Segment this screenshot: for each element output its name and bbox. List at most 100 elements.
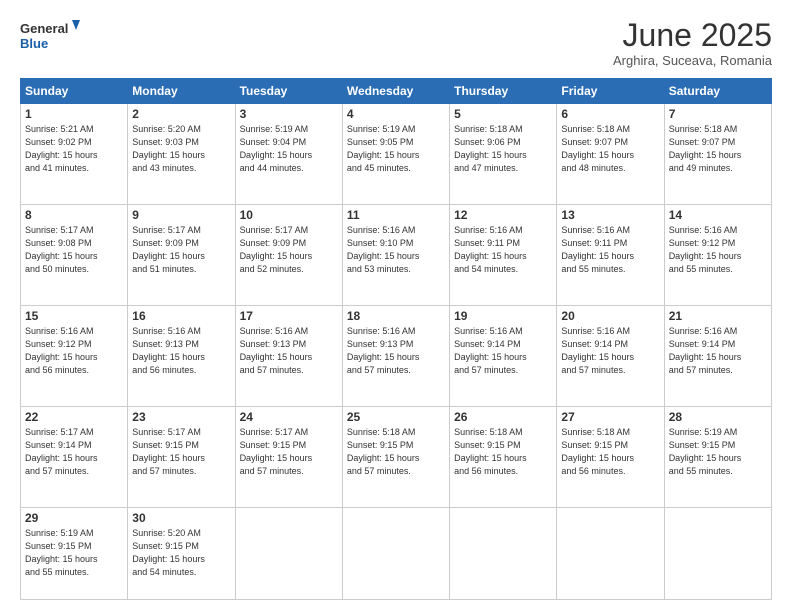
day-info: Sunrise: 5:18 AM Sunset: 9:06 PM Dayligh… xyxy=(454,123,552,175)
table-row: 2Sunrise: 5:20 AM Sunset: 9:03 PM Daylig… xyxy=(128,104,235,205)
day-info: Sunrise: 5:19 AM Sunset: 9:05 PM Dayligh… xyxy=(347,123,445,175)
svg-text:Blue: Blue xyxy=(20,36,48,51)
table-row: 5 Sunrise: 5:18 AM Sunset: 9:06 PM Daylig… xyxy=(450,104,557,205)
table-row: 11 Sunrise: 5:16 AM Sunset: 9:10 PM Dayli… xyxy=(342,205,449,306)
day-info: Sunrise: 5:16 AM Sunset: 9:13 PM Dayligh… xyxy=(132,325,230,377)
day-number: 8 xyxy=(25,208,123,222)
col-saturday: Saturday xyxy=(664,79,771,104)
table-row: 15Sunrise: 5:16 AM Sunset: 9:12 PM Dayli… xyxy=(21,306,128,407)
day-info: Sunrise: 5:16 AM Sunset: 9:13 PM Dayligh… xyxy=(240,325,338,377)
col-wednesday: Wednesday xyxy=(342,79,449,104)
day-info: Sunrise: 5:16 AM Sunset: 9:13 PM Dayligh… xyxy=(347,325,445,377)
table-row xyxy=(342,508,449,600)
day-number: 14 xyxy=(669,208,767,222)
day-info: Sunrise: 5:17 AM Sunset: 9:15 PM Dayligh… xyxy=(240,426,338,478)
location: Arghira, Suceava, Romania xyxy=(613,53,772,68)
calendar-week-row: 1Sunrise: 5:21 AM Sunset: 9:02 PM Daylig… xyxy=(21,104,772,205)
table-row: 14 Sunrise: 5:16 AM Sunset: 9:12 PM Dayli… xyxy=(664,205,771,306)
day-number: 29 xyxy=(25,511,123,525)
table-row xyxy=(557,508,664,600)
day-info: Sunrise: 5:16 AM Sunset: 9:14 PM Dayligh… xyxy=(669,325,767,377)
day-number: 27 xyxy=(561,410,659,424)
col-friday: Friday xyxy=(557,79,664,104)
day-info: Sunrise: 5:17 AM Sunset: 9:14 PM Dayligh… xyxy=(25,426,123,478)
day-info: Sunrise: 5:17 AM Sunset: 9:08 PM Dayligh… xyxy=(25,224,123,276)
calendar-week-row: 22 Sunrise: 5:17 AM Sunset: 9:14 PM Dayli… xyxy=(21,407,772,508)
day-info: Sunrise: 5:16 AM Sunset: 9:14 PM Dayligh… xyxy=(561,325,659,377)
day-number: 23 xyxy=(132,410,230,424)
day-number: 13 xyxy=(561,208,659,222)
day-number: 7 xyxy=(669,107,767,121)
table-row: 22 Sunrise: 5:17 AM Sunset: 9:14 PM Dayli… xyxy=(21,407,128,508)
table-row: 6Sunrise: 5:18 AM Sunset: 9:07 PM Daylig… xyxy=(557,104,664,205)
day-number: 19 xyxy=(454,309,552,323)
table-row: 1Sunrise: 5:21 AM Sunset: 9:02 PM Daylig… xyxy=(21,104,128,205)
month-title: June 2025 xyxy=(613,18,772,53)
day-number: 12 xyxy=(454,208,552,222)
day-info: Sunrise: 5:17 AM Sunset: 9:15 PM Dayligh… xyxy=(132,426,230,478)
day-number: 10 xyxy=(240,208,338,222)
day-info: Sunrise: 5:21 AM Sunset: 9:02 PM Dayligh… xyxy=(25,123,123,175)
calendar-week-row: 15Sunrise: 5:16 AM Sunset: 9:12 PM Dayli… xyxy=(21,306,772,407)
day-number: 4 xyxy=(347,107,445,121)
day-info: Sunrise: 5:18 AM Sunset: 9:15 PM Dayligh… xyxy=(347,426,445,478)
col-monday: Monday xyxy=(128,79,235,104)
day-info: Sunrise: 5:19 AM Sunset: 9:15 PM Dayligh… xyxy=(669,426,767,478)
table-row: 29 Sunrise: 5:19 AM Sunset: 9:15 PM Dayli… xyxy=(21,508,128,600)
table-row: 26 Sunrise: 5:18 AM Sunset: 9:15 PM Dayli… xyxy=(450,407,557,508)
day-info: Sunrise: 5:16 AM Sunset: 9:10 PM Dayligh… xyxy=(347,224,445,276)
day-number: 11 xyxy=(347,208,445,222)
day-info: Sunrise: 5:17 AM Sunset: 9:09 PM Dayligh… xyxy=(132,224,230,276)
day-number: 26 xyxy=(454,410,552,424)
logo: General Blue xyxy=(20,18,80,54)
day-info: Sunrise: 5:18 AM Sunset: 9:07 PM Dayligh… xyxy=(669,123,767,175)
table-row xyxy=(664,508,771,600)
day-number: 5 xyxy=(454,107,552,121)
logo-svg: General Blue xyxy=(20,18,80,54)
table-row: 13Sunrise: 5:16 AM Sunset: 9:11 PM Dayli… xyxy=(557,205,664,306)
table-row: 9Sunrise: 5:17 AM Sunset: 9:09 PM Daylig… xyxy=(128,205,235,306)
day-number: 21 xyxy=(669,309,767,323)
day-number: 24 xyxy=(240,410,338,424)
day-number: 18 xyxy=(347,309,445,323)
table-row xyxy=(450,508,557,600)
day-info: Sunrise: 5:16 AM Sunset: 9:11 PM Dayligh… xyxy=(454,224,552,276)
table-row: 17 Sunrise: 5:16 AM Sunset: 9:13 PM Dayli… xyxy=(235,306,342,407)
table-row: 21 Sunrise: 5:16 AM Sunset: 9:14 PM Dayli… xyxy=(664,306,771,407)
calendar-week-row: 29 Sunrise: 5:19 AM Sunset: 9:15 PM Dayli… xyxy=(21,508,772,600)
day-number: 28 xyxy=(669,410,767,424)
table-row: 8 Sunrise: 5:17 AM Sunset: 9:08 PM Daylig… xyxy=(21,205,128,306)
day-info: Sunrise: 5:16 AM Sunset: 9:12 PM Dayligh… xyxy=(669,224,767,276)
table-row: 23 Sunrise: 5:17 AM Sunset: 9:15 PM Dayli… xyxy=(128,407,235,508)
table-row: 25 Sunrise: 5:18 AM Sunset: 9:15 PM Dayli… xyxy=(342,407,449,508)
col-thursday: Thursday xyxy=(450,79,557,104)
day-info: Sunrise: 5:17 AM Sunset: 9:09 PM Dayligh… xyxy=(240,224,338,276)
table-row: 10 Sunrise: 5:17 AM Sunset: 9:09 PM Dayli… xyxy=(235,205,342,306)
day-info: Sunrise: 5:18 AM Sunset: 9:15 PM Dayligh… xyxy=(561,426,659,478)
table-row: 30 Sunrise: 5:20 AM Sunset: 9:15 PM Dayli… xyxy=(128,508,235,600)
day-number: 17 xyxy=(240,309,338,323)
title-block: June 2025 Arghira, Suceava, Romania xyxy=(613,18,772,68)
table-row: 18 Sunrise: 5:16 AM Sunset: 9:13 PM Dayli… xyxy=(342,306,449,407)
table-row xyxy=(235,508,342,600)
day-info: Sunrise: 5:19 AM Sunset: 9:04 PM Dayligh… xyxy=(240,123,338,175)
day-info: Sunrise: 5:18 AM Sunset: 9:15 PM Dayligh… xyxy=(454,426,552,478)
day-info: Sunrise: 5:20 AM Sunset: 9:15 PM Dayligh… xyxy=(132,527,230,579)
table-row: 12 Sunrise: 5:16 AM Sunset: 9:11 PM Dayli… xyxy=(450,205,557,306)
table-row: 7 Sunrise: 5:18 AM Sunset: 9:07 PM Daylig… xyxy=(664,104,771,205)
day-info: Sunrise: 5:16 AM Sunset: 9:14 PM Dayligh… xyxy=(454,325,552,377)
day-number: 20 xyxy=(561,309,659,323)
calendar-table: Sunday Monday Tuesday Wednesday Thursday… xyxy=(20,78,772,600)
calendar-week-row: 8 Sunrise: 5:17 AM Sunset: 9:08 PM Daylig… xyxy=(21,205,772,306)
day-number: 3 xyxy=(240,107,338,121)
day-number: 30 xyxy=(132,511,230,525)
day-info: Sunrise: 5:19 AM Sunset: 9:15 PM Dayligh… xyxy=(25,527,123,579)
table-row: 3 Sunrise: 5:19 AM Sunset: 9:04 PM Daylig… xyxy=(235,104,342,205)
header: General Blue June 2025 Arghira, Suceava,… xyxy=(20,18,772,68)
table-row: 19 Sunrise: 5:16 AM Sunset: 9:14 PM Dayli… xyxy=(450,306,557,407)
table-row: 28 Sunrise: 5:19 AM Sunset: 9:15 PM Dayli… xyxy=(664,407,771,508)
table-row: 27 Sunrise: 5:18 AM Sunset: 9:15 PM Dayli… xyxy=(557,407,664,508)
day-number: 25 xyxy=(347,410,445,424)
table-row: 16Sunrise: 5:16 AM Sunset: 9:13 PM Dayli… xyxy=(128,306,235,407)
day-number: 22 xyxy=(25,410,123,424)
